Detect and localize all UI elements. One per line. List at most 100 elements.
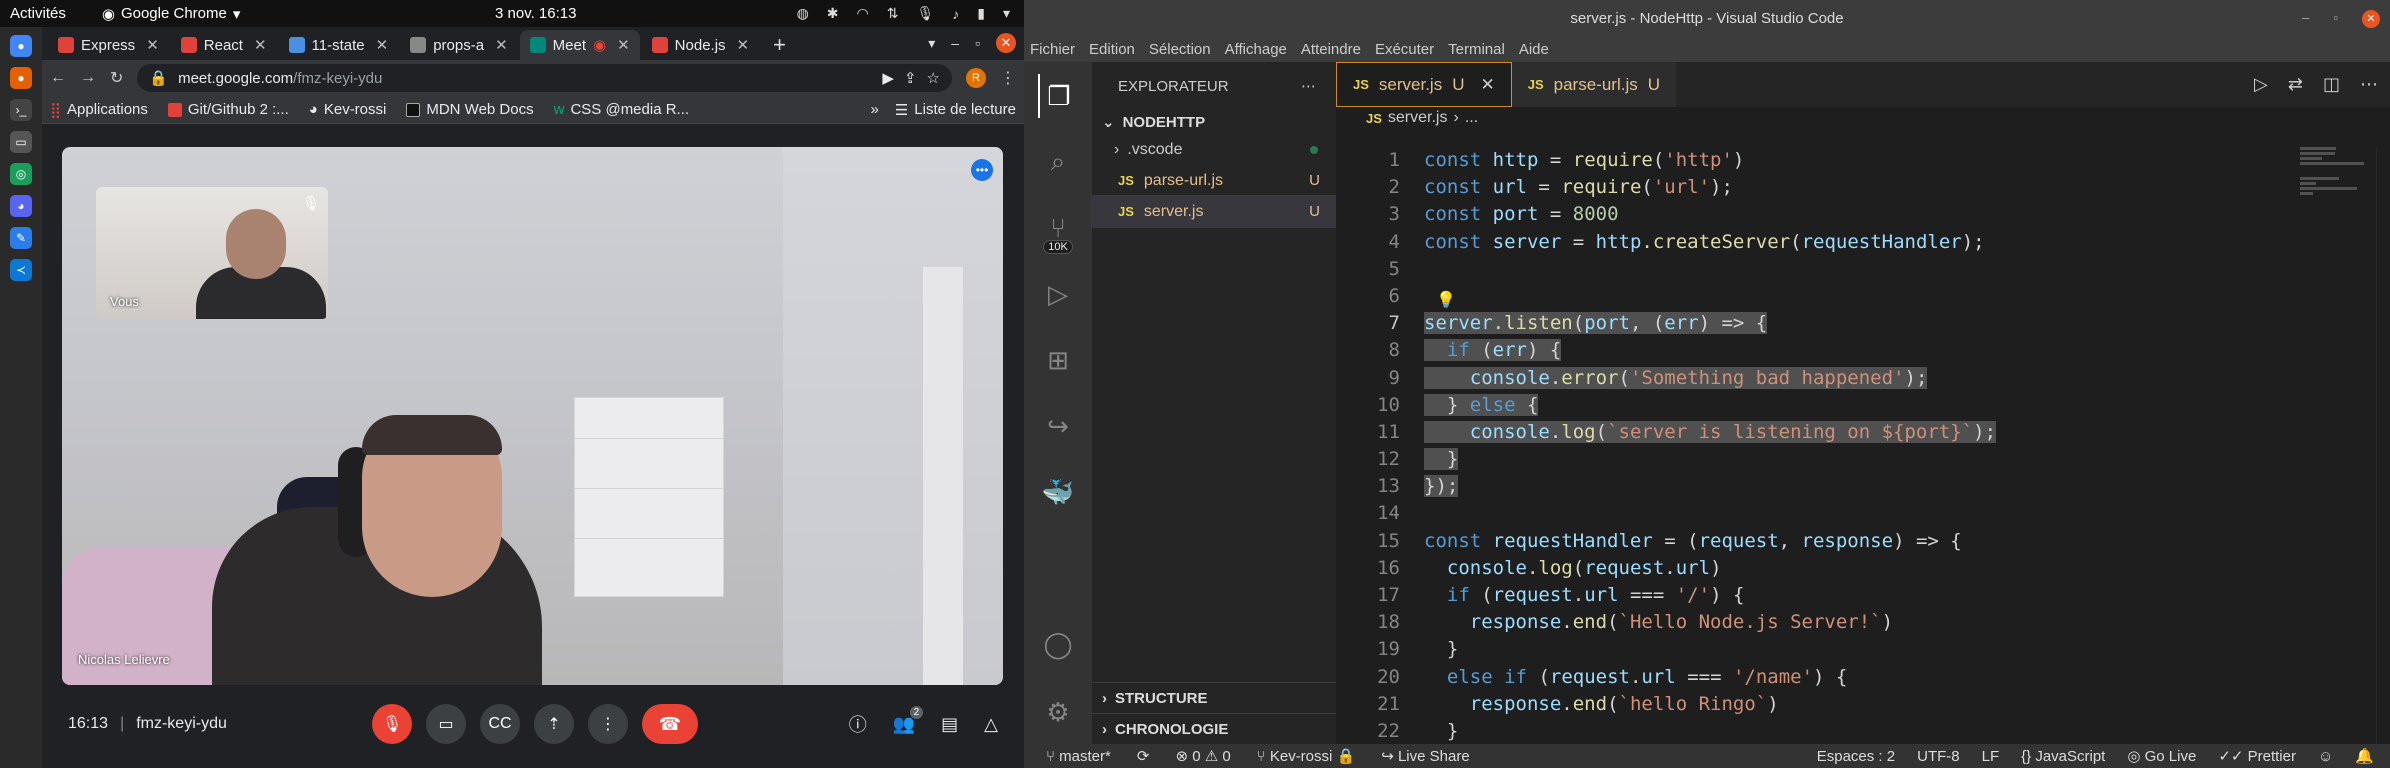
back-icon[interactable]: ←: [50, 69, 66, 87]
menu-fichier[interactable]: Fichier: [1030, 41, 1075, 58]
captions-button[interactable]: CC: [480, 704, 520, 744]
project-folder[interactable]: ⌄ NODEHTTP: [1092, 110, 1336, 134]
vscode-dock-icon[interactable]: ≺: [10, 259, 32, 281]
explorer-icon[interactable]: ❐: [1038, 74, 1078, 118]
problems-item[interactable]: ⊗ 0 ⚠ 0: [1175, 747, 1230, 765]
run-debug-icon[interactable]: ▷: [1038, 272, 1078, 316]
sync-icon[interactable]: ⟳: [1137, 747, 1150, 765]
account-icon[interactable]: ◯: [1038, 622, 1078, 666]
browser-tab[interactable]: React ✕: [171, 30, 277, 60]
mic-toggle-button[interactable]: 🎙: [372, 704, 412, 744]
close-icon[interactable]: ✕: [254, 36, 267, 54]
menu-selection[interactable]: Sélection: [1149, 41, 1211, 58]
code-line[interactable]: 19 }: [1336, 636, 2336, 663]
info-icon[interactable]: ⓘ: [849, 711, 867, 737]
editor-scrollbar[interactable]: [2376, 147, 2390, 744]
close-window-button[interactable]: ✕: [2362, 9, 2380, 28]
close-icon[interactable]: ✕: [146, 36, 159, 54]
system-tray[interactable]: ◍ ✱ ◠ ⇅ 🎙 ♪ ▮ ▾: [797, 5, 1010, 22]
gear-icon[interactable]: ⚙: [1038, 690, 1078, 734]
bookmark-item[interactable]: Git/Github 2 :...: [167, 101, 289, 118]
bookmark-item[interactable]: w CSS @media R...: [554, 101, 689, 118]
menu-atteindre[interactable]: Atteindre: [1301, 41, 1361, 58]
chat-icon[interactable]: ▤: [941, 714, 958, 735]
activities-button[interactable]: Activités: [10, 5, 66, 22]
self-view-tile[interactable]: 🎙 Vous: [96, 187, 328, 319]
breadcrumb-symbol[interactable]: ...: [1465, 109, 1478, 127]
live-share-item[interactable]: ↪ Live Share: [1381, 747, 1469, 765]
browser-tab[interactable]: Express ✕: [48, 30, 169, 60]
encoding-item[interactable]: UTF-8: [1917, 748, 1960, 765]
search-icon[interactable]: ⌕: [1038, 140, 1078, 184]
menu-executer[interactable]: Exécuter: [1375, 41, 1434, 58]
chrome-dock-icon[interactable]: ●: [10, 35, 32, 57]
indentation-item[interactable]: Espaces : 2: [1817, 748, 1895, 765]
code-line[interactable]: 14: [1336, 500, 2336, 527]
code-line[interactable]: 6 💡: [1336, 283, 2336, 310]
menu-edition[interactable]: Edition: [1089, 41, 1135, 58]
code-line[interactable]: 21 response.end(`hello Ringo`): [1336, 691, 2336, 718]
minimize-icon[interactable]: –: [2302, 10, 2309, 28]
minimap[interactable]: [2300, 147, 2370, 197]
code-line[interactable]: 15 const requestHandler = (request, respo…: [1336, 528, 2336, 555]
reload-icon[interactable]: ↻: [110, 68, 123, 88]
structure-section[interactable]: › STRUCTURE: [1092, 682, 1336, 713]
address-bar[interactable]: 🔒 meet.google.com/fmz-keyi-ydu ▶ ⇪ ☆: [137, 64, 952, 92]
code-line[interactable]: 20 else if (request.url === '/name') {: [1336, 664, 2336, 691]
camera-icon[interactable]: ▶: [882, 69, 894, 87]
close-icon[interactable]: ✕: [617, 36, 630, 54]
discord-dock-icon[interactable]: ◕: [10, 195, 32, 217]
split-editor-icon[interactable]: ◫: [2323, 74, 2340, 95]
branch-item[interactable]: ⑂ master*: [1046, 748, 1111, 765]
code-line[interactable]: 4 const server = http.createServer(reques…: [1336, 229, 2336, 256]
language-item[interactable]: {} JavaScript: [2021, 748, 2105, 765]
leave-call-button[interactable]: ☎: [642, 704, 698, 744]
close-icon[interactable]: ✕: [495, 36, 508, 54]
maximize-icon[interactable]: ▫: [975, 35, 980, 51]
tile-options-button[interactable]: •••: [971, 159, 993, 181]
menu-affichage[interactable]: Affichage: [1225, 41, 1287, 58]
run-icon[interactable]: ▷: [2254, 74, 2268, 95]
browser-tab[interactable]: Node.js ✕: [642, 30, 759, 60]
lightbulb-icon[interactable]: 💡: [1436, 286, 1456, 313]
browser-tab[interactable]: 11-state ✕: [279, 30, 399, 60]
bookmark-item[interactable]: ◕ Kev-rossi: [309, 101, 387, 118]
code-line[interactable]: 11 console.log(`server is listening on $…: [1336, 419, 2336, 446]
compare-icon[interactable]: ⇄: [2288, 74, 2303, 95]
bookmark-item[interactable]: MDN Web Docs: [406, 101, 534, 118]
notifications-icon[interactable]: 🔔: [2355, 747, 2374, 765]
timeline-section[interactable]: › CHRONOLOGIE: [1092, 713, 1336, 744]
files-dock-icon[interactable]: ▭: [10, 131, 32, 153]
eol-item[interactable]: LF: [1982, 748, 2000, 765]
minimize-icon[interactable]: –: [951, 35, 959, 51]
more-bookmarks-icon[interactable]: »: [870, 101, 878, 118]
source-control-icon[interactable]: ⑂ 10K: [1038, 206, 1078, 254]
share-icon[interactable]: ⇪: [904, 69, 917, 87]
code-line[interactable]: 8 if (err) {: [1336, 337, 2336, 364]
tab-parse-url-js[interactable]: JS parse-url.js U: [1511, 62, 1678, 107]
clock[interactable]: 3 nov. 16:13: [495, 5, 576, 22]
code-line[interactable]: 2 const url = require('url');: [1336, 174, 2336, 201]
firefox-dock-icon[interactable]: ●: [10, 67, 32, 89]
tab-server-js[interactable]: JS server.js U ✕: [1336, 62, 1512, 107]
code-line[interactable]: 5: [1336, 256, 2336, 283]
more-actions-icon[interactable]: ⋯: [1301, 77, 1316, 95]
browser-tab[interactable]: props-a ✕: [400, 30, 517, 60]
tab-search-icon[interactable]: ▾: [928, 35, 935, 52]
close-window-button[interactable]: ✕: [996, 33, 1016, 53]
code-line[interactable]: 13});: [1336, 473, 2336, 500]
menu-aide[interactable]: Aide: [1519, 41, 1549, 58]
profile-avatar[interactable]: R: [966, 68, 986, 88]
code-line[interactable]: 9 console.error('Something bad happened'…: [1336, 365, 2336, 392]
file-server[interactable]: JS server.js U: [1091, 195, 1337, 228]
reading-list[interactable]: ☰ Liste de lecture: [895, 101, 1016, 119]
docker-icon[interactable]: 🐳: [1038, 470, 1078, 514]
browser-tab-active[interactable]: Meet ◉ ✕: [519, 30, 640, 60]
extensions-icon[interactable]: ⊞: [1038, 338, 1078, 382]
feedback-icon[interactable]: ☺: [2318, 748, 2333, 765]
new-tab-button[interactable]: +: [761, 30, 798, 60]
code-line[interactable]: 16 console.log(request.url): [1336, 555, 2336, 582]
camera-toggle-button[interactable]: ▭: [426, 704, 466, 744]
breadcrumb-file[interactable]: server.js: [1388, 109, 1448, 127]
more-actions-icon[interactable]: ⋯: [2360, 74, 2378, 95]
